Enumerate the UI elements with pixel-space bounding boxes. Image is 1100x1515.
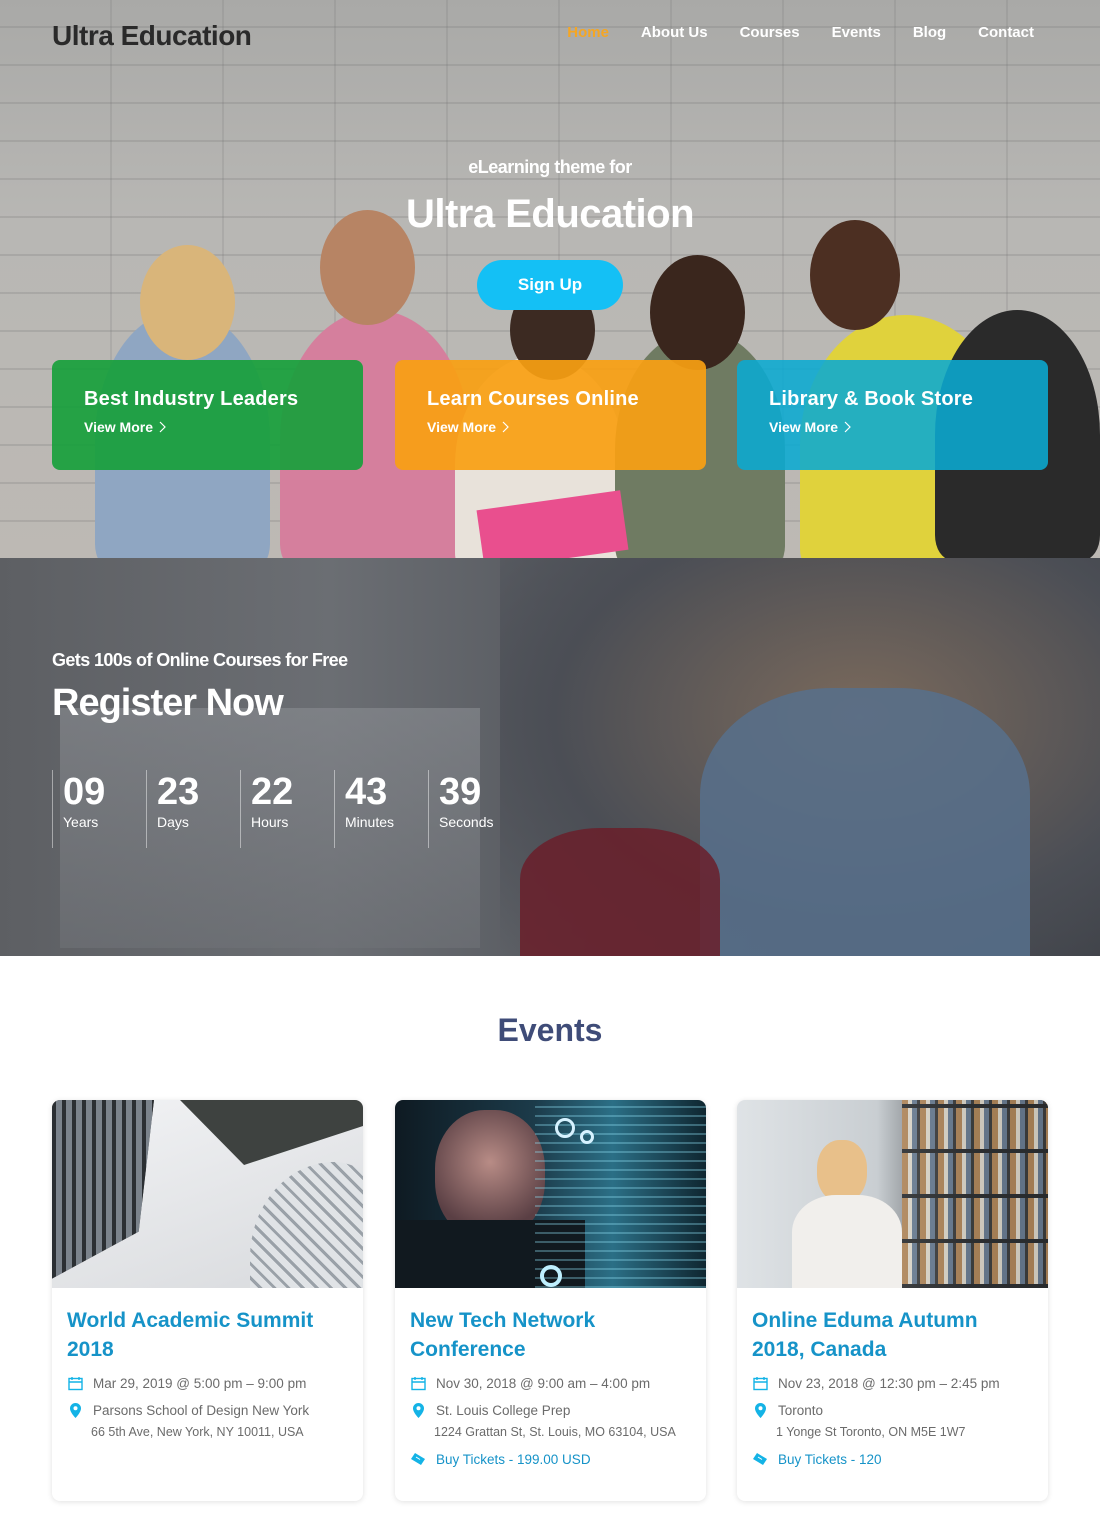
feature-title: Library & Book Store (769, 388, 974, 410)
countdown-hours: 22 Hours (240, 770, 334, 848)
hero-title: Ultra Education (405, 192, 695, 236)
view-more-label: View More (427, 419, 496, 435)
event-venue: Parsons School of Design New York (93, 1403, 310, 1418)
hologram-ring (555, 1118, 575, 1138)
event-date-row: Nov 23, 2018 @ 12:30 pm – 2:45 pm (752, 1376, 1033, 1391)
countdown-label: Years (63, 814, 99, 830)
nav-home[interactable]: Home (567, 24, 609, 41)
countdown-value: 39 (439, 771, 482, 813)
event-address: 1224 Grattan St, St. Louis, MO 63104, US… (434, 1425, 676, 1439)
student-figure (520, 828, 720, 956)
nav-blog[interactable]: Blog (913, 24, 946, 41)
event-venue-row: Toronto (752, 1403, 1033, 1418)
event-date: Mar 29, 2019 @ 5:00 pm – 9:00 pm (93, 1376, 307, 1391)
student-figure (700, 688, 1030, 956)
tech-hologram-photo[interactable] (395, 1100, 706, 1288)
map-pin-icon (410, 1403, 426, 1418)
event-title[interactable]: World Academic Summit 2018 (67, 1306, 348, 1364)
feature-title: Learn Courses Online (427, 388, 639, 410)
countdown-value: 23 (157, 771, 200, 813)
countdown-value: 22 (251, 771, 294, 813)
student-head (650, 255, 745, 370)
chevron-right-icon (502, 421, 509, 433)
countdown-days: 23 Days (146, 770, 240, 848)
event-date-row: Mar 29, 2019 @ 5:00 pm – 9:00 pm (67, 1376, 348, 1391)
feature-card-industry-leaders[interactable]: Best Industry Leaders View More (52, 360, 363, 470)
hero-section: Ultra Education Home About Us Courses Ev… (0, 0, 1100, 558)
countdown-value: 43 (345, 771, 388, 813)
calendar-icon (410, 1376, 426, 1391)
view-more-link[interactable]: View More (769, 419, 1016, 435)
buy-tickets-link[interactable]: Buy Tickets - 199.00 USD (410, 1452, 691, 1467)
event-title[interactable]: Online Eduma Autumn 2018, Canada (752, 1306, 1033, 1364)
library-photo[interactable] (737, 1100, 1048, 1288)
event-title[interactable]: New Tech Network Conference (410, 1306, 691, 1364)
map-pin-icon (752, 1403, 768, 1418)
register-subtitle: Gets 100s of Online Courses for Free (52, 650, 348, 670)
sign-up-button[interactable]: Sign Up (477, 260, 623, 310)
buy-tickets-label: Buy Tickets - 120 (778, 1452, 882, 1467)
countdown-years: 09 Years (52, 770, 146, 848)
view-more-link[interactable]: View More (84, 419, 331, 435)
nav-courses[interactable]: Courses (740, 24, 800, 41)
main-nav: Home About Us Courses Events Blog Contac… (567, 24, 1034, 41)
bookshelf (902, 1100, 1048, 1288)
skyscrapers-photo[interactable] (52, 1100, 363, 1288)
site-logo[interactable]: Ultra Education (52, 20, 252, 52)
feature-card-courses-online[interactable]: Learn Courses Online View More (395, 360, 706, 470)
register-section: Gets 100s of Online Courses for Free Reg… (0, 558, 1100, 956)
ticket-icon (752, 1452, 768, 1466)
ticket-icon (410, 1452, 426, 1466)
event-venue-row: Parsons School of Design New York (67, 1403, 348, 1418)
feature-title: Best Industry Leaders (84, 388, 299, 410)
event-card[interactable]: Online Eduma Autumn 2018, Canada Nov 23,… (737, 1100, 1048, 1501)
view-more-label: View More (769, 419, 838, 435)
feature-card-library[interactable]: Library & Book Store View More (737, 360, 1048, 470)
hologram-ring (540, 1265, 562, 1287)
chevron-right-icon (159, 421, 166, 433)
student-head (140, 245, 235, 360)
buy-tickets-link[interactable]: Buy Tickets - 120 (752, 1452, 1033, 1467)
hologram-ring (580, 1130, 594, 1144)
chevron-right-icon (844, 421, 851, 433)
calendar-icon (67, 1376, 83, 1391)
event-date: Nov 23, 2018 @ 12:30 pm – 2:45 pm (778, 1376, 1000, 1391)
event-address: 1 Yonge St Toronto, ON M5E 1W7 (776, 1425, 966, 1439)
event-address: 66 5th Ave, New York, NY 10011, USA (91, 1425, 304, 1439)
event-venue: St. Louis College Prep (436, 1403, 571, 1418)
event-venue: Toronto (778, 1403, 824, 1418)
building-shape (250, 1162, 363, 1288)
countdown-minutes: 43 Minutes (334, 770, 428, 848)
countdown-timer: 09 Years 23 Days 22 Hours 43 Minutes 39 … (52, 770, 522, 848)
hero-subtitle: eLearning theme for (468, 157, 632, 177)
calendar-icon (752, 1376, 768, 1391)
woman-head (817, 1140, 867, 1202)
countdown-label: Hours (251, 814, 289, 830)
view-more-link[interactable]: View More (427, 419, 674, 435)
event-date: Nov 30, 2018 @ 9:00 am – 4:00 pm (436, 1376, 651, 1391)
nav-about-us[interactable]: About Us (641, 24, 708, 41)
countdown-label: Minutes (345, 814, 395, 830)
events-heading: Events (497, 1012, 603, 1048)
building-shape (52, 1100, 154, 1279)
buy-tickets-label: Buy Tickets - 199.00 USD (436, 1452, 591, 1467)
countdown-seconds: 39 Seconds (428, 770, 522, 848)
woman-sweater (792, 1195, 902, 1288)
countdown-label: Seconds (439, 814, 494, 830)
event-date-row: Nov 30, 2018 @ 9:00 am – 4:00 pm (410, 1376, 691, 1391)
map-pin-icon (67, 1403, 83, 1418)
event-card[interactable]: New Tech Network Conference Nov 30, 2018… (395, 1100, 706, 1501)
nav-contact[interactable]: Contact (978, 24, 1034, 41)
countdown-value: 09 (63, 771, 106, 813)
view-more-label: View More (84, 419, 153, 435)
building-shape (180, 1100, 363, 1165)
register-title: Register Now (52, 682, 284, 724)
nav-events[interactable]: Events (832, 24, 881, 41)
event-card[interactable]: World Academic Summit 2018 Mar 29, 2019 … (52, 1100, 363, 1501)
countdown-label: Days (157, 814, 189, 830)
event-venue-row: St. Louis College Prep (410, 1403, 691, 1418)
